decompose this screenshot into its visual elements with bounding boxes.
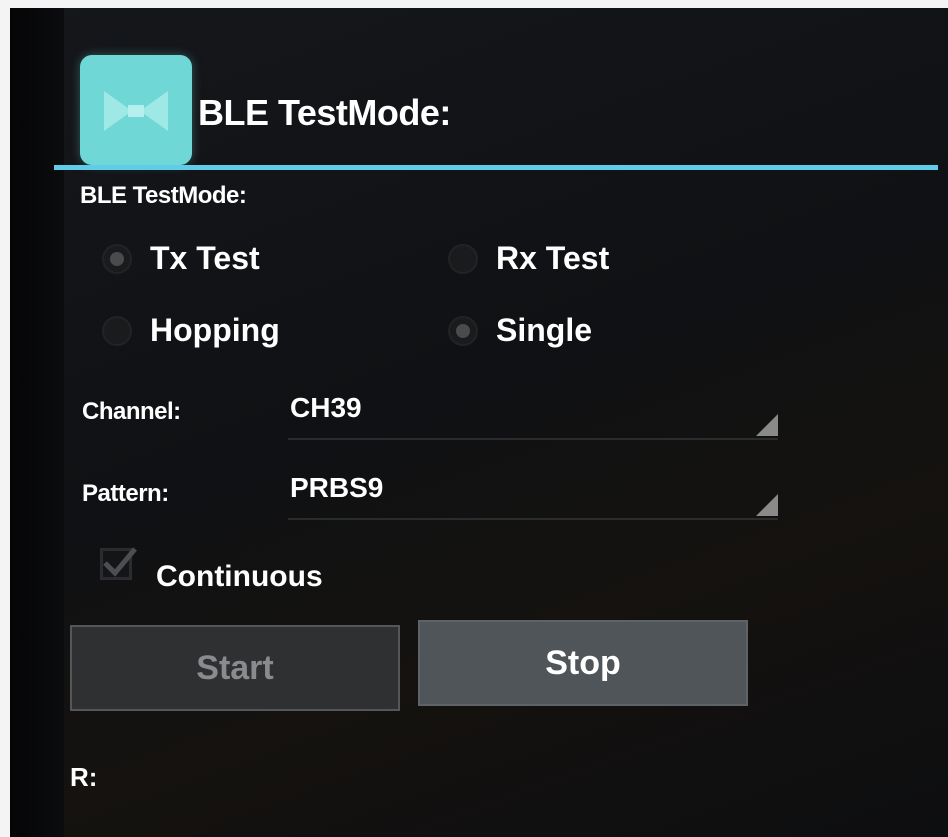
radio-single[interactable]: Single	[448, 312, 592, 349]
pattern-value: PRBS9	[290, 472, 384, 503]
pattern-label: Pattern:	[82, 480, 169, 507]
radio-tx-test[interactable]: Tx Test	[102, 240, 260, 277]
app-launcher-icon	[80, 55, 192, 165]
app-title: BLE TestMode:	[198, 92, 451, 133]
radio-hopping[interactable]: Hopping	[102, 312, 280, 349]
channel-label: Channel:	[82, 398, 181, 425]
section-heading: BLE TestMode:	[80, 182, 247, 209]
dropdown-arrow-icon	[756, 414, 778, 436]
radio-label: Single	[496, 312, 593, 348]
radio-button-icon[interactable]	[448, 243, 478, 274]
radio-label: Hopping	[150, 312, 280, 348]
app-glyph-icon	[104, 91, 168, 131]
radio-label: Tx Test	[150, 240, 260, 276]
continuous-checkbox[interactable]	[100, 547, 137, 580]
screen-bezel	[10, 8, 64, 837]
radio-button-icon[interactable]	[102, 243, 132, 274]
radio-rx-test[interactable]: Rx Test	[448, 240, 609, 277]
pattern-spinner[interactable]: PRBS9	[288, 472, 778, 520]
screenshot-frame: BLE TestMode: BLE TestMode: Tx Test Rx T…	[0, 0, 948, 837]
start-button[interactable]: Start	[70, 625, 400, 711]
result-label: R:	[70, 762, 98, 792]
radio-button-icon[interactable]	[102, 315, 132, 346]
action-bar-divider	[54, 165, 938, 170]
channel-spinner[interactable]: CH39	[288, 392, 778, 440]
radio-label: Rx Test	[496, 240, 610, 276]
checkmark-icon	[103, 547, 137, 577]
dropdown-arrow-icon	[756, 494, 778, 516]
radio-button-icon[interactable]	[448, 315, 478, 346]
stop-button[interactable]: Stop	[418, 620, 748, 706]
channel-value: CH39	[290, 392, 362, 423]
continuous-label: Continuous	[156, 560, 323, 593]
